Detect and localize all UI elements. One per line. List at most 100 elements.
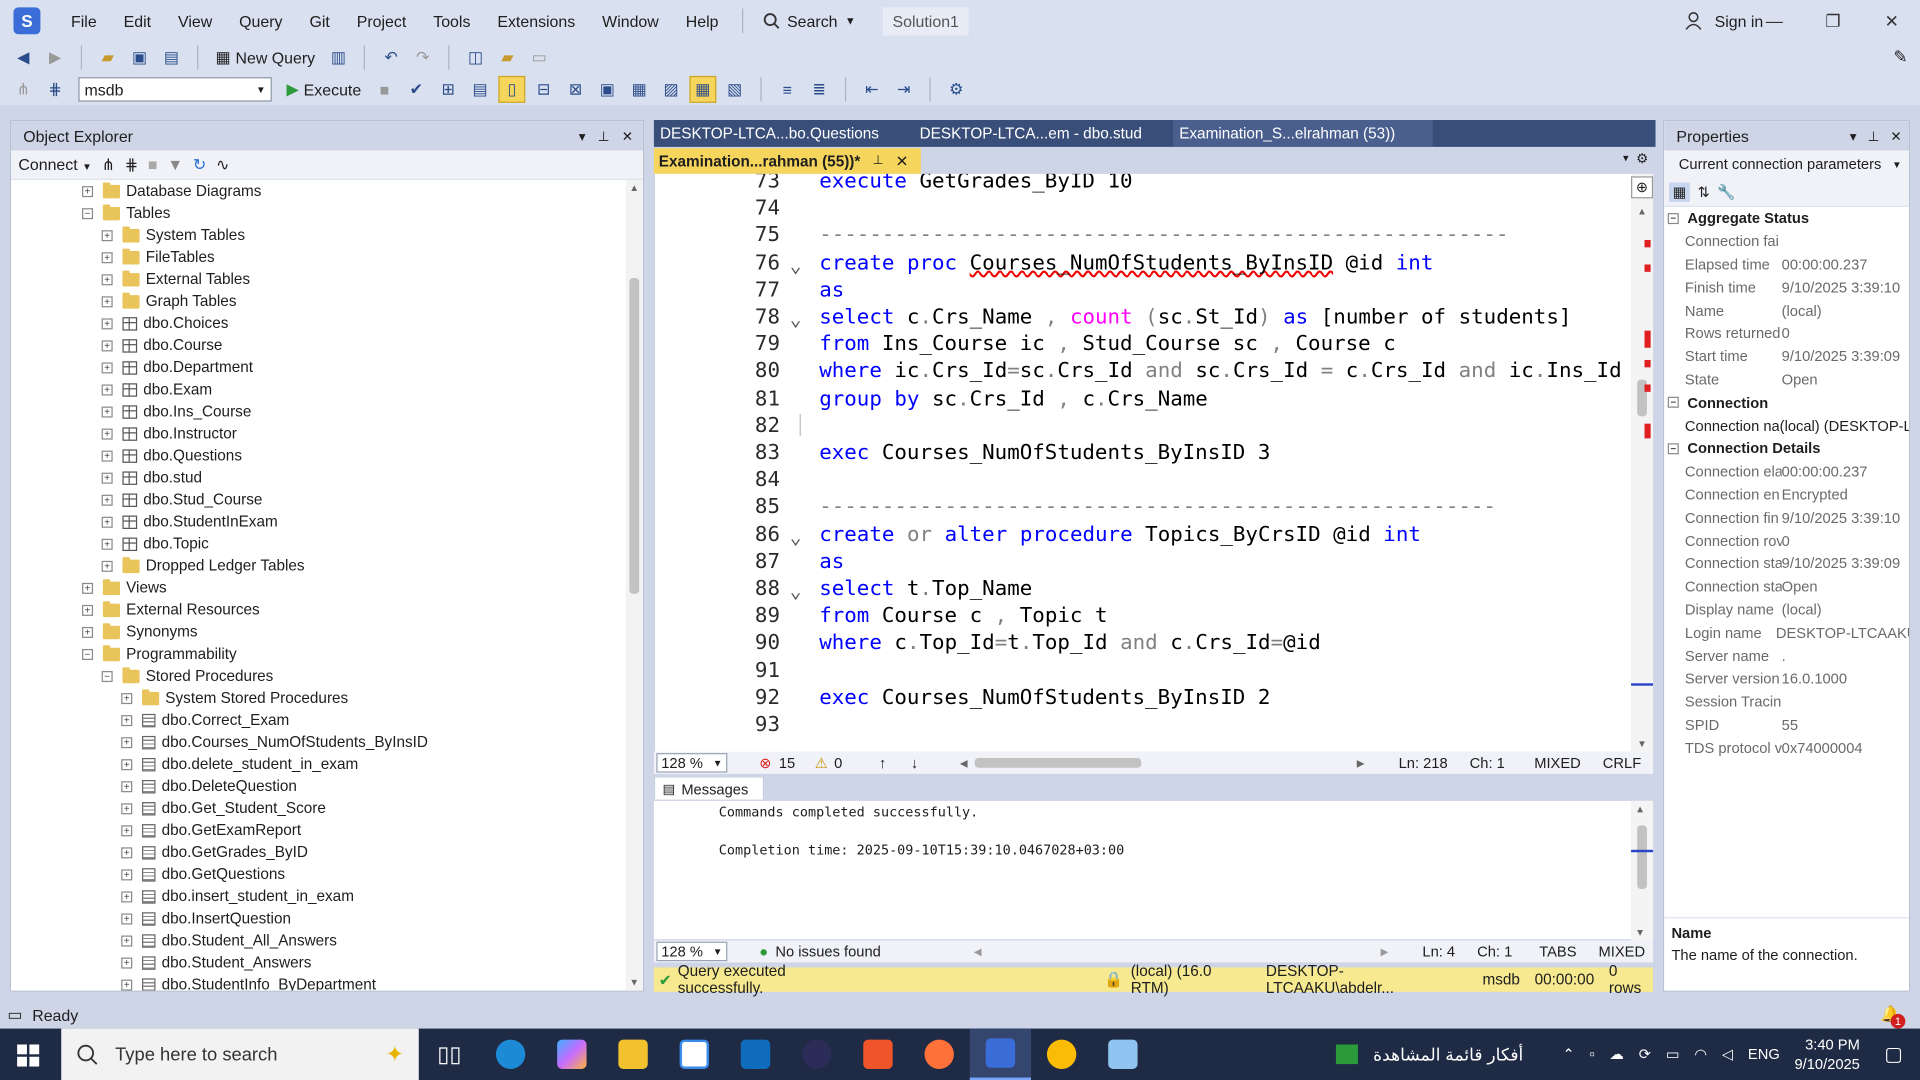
query-options-icon[interactable]: ▤ [467,76,494,103]
file-explorer-icon[interactable] [602,1029,663,1080]
uncomment-icon[interactable]: ≣ [806,76,833,103]
messages-scrollbar[interactable]: ▲ ▼ [1631,800,1654,941]
tree-node[interactable]: + dbo.Correct_Exam [11,709,626,731]
expand-icon[interactable]: + [101,273,113,285]
expand-icon[interactable]: + [121,890,133,902]
tree-node[interactable]: + dbo.Student_All_Answers [11,929,626,951]
windows-update-icon[interactable]: ⟳ [1639,1046,1651,1063]
scroll-thumb[interactable] [1637,825,1647,889]
windows-start-icon[interactable] [17,1044,40,1067]
scroll-up-icon[interactable]: ▲ [629,182,639,193]
volume-icon[interactable]: ◁ [1722,1046,1733,1063]
results-grid-active-icon[interactable]: ▦ [689,75,717,103]
scroll-left-icon[interactable]: ◀ [974,946,982,957]
collapse-icon[interactable]: − [82,207,94,219]
property-row[interactable]: Session Tracing [1664,690,1909,713]
connect-dropdown[interactable]: Connect ▼ [18,156,91,174]
disconnect-icon[interactable]: ⋕ [125,155,138,175]
expand-icon[interactable]: + [101,361,113,373]
code-editor[interactable]: 73 74 75 76 77 78 79 80 81 82 83 84 85 86 87 88 89 90 91 92… [653,173,1654,752]
expand-icon[interactable]: + [121,758,133,770]
property-row[interactable]: Connection en Encrypted [1664,483,1909,506]
editor-zoom-select[interactable]: 128 % ▼ [656,753,728,773]
expand-icon[interactable]: + [101,472,113,484]
expand-icon[interactable]: + [101,538,113,550]
expand-icon[interactable]: + [82,604,94,616]
tree-node[interactable]: − Tables [11,202,626,224]
property-row[interactable]: Connection sta 9/10/2025 3:39:09 [1664,552,1909,575]
widget-icon[interactable] [1336,1044,1359,1065]
clock[interactable]: 3:40 PM 9/10/2025 [1794,1035,1859,1074]
next-issue-icon[interactable]: ↓ [911,754,918,771]
tree-node[interactable]: + Graph Tables [11,290,626,312]
edge-icon[interactable] [480,1029,541,1080]
save-icon[interactable]: ▣ [126,44,153,71]
activity-monitor-icon[interactable]: ◫ [462,44,489,71]
split-icon[interactable]: ⊕ [1631,176,1654,199]
results-to-grid-icon[interactable]: ▦ [626,76,653,103]
layout-icon[interactable]: ▭ [526,44,553,71]
tree-node[interactable]: + dbo.GetGrades_ByID [11,841,626,863]
tree-node[interactable]: + External Resources [11,599,626,621]
expand-icon[interactable]: + [121,846,133,858]
results-to-file-icon[interactable]: ▨ [658,76,685,103]
property-row[interactable]: Elapsed time 00:00:00.237 [1664,253,1909,276]
live-stats-icon[interactable]: ⊠ [562,76,589,103]
expand-icon[interactable]: + [82,582,94,594]
tree-node[interactable]: + dbo.GetExamReport [11,819,626,841]
properties-object-select[interactable]: Current connection parameters ▼ [1664,150,1909,178]
menu-query[interactable]: Query [226,0,296,42]
parse-icon[interactable]: ✔ [403,76,430,103]
tree-node[interactable]: + dbo.insert_student_in_exam [11,885,626,907]
expand-icon[interactable]: + [121,802,133,814]
database-select[interactable]: msdb ▼ [78,77,272,102]
scroll-up-icon[interactable]: ▲ [1637,803,1643,814]
property-row[interactable]: Connection rov 0 [1664,529,1909,552]
menu-project[interactable]: Project [343,0,419,42]
tree-node[interactable]: + dbo.Stud_Course [11,489,626,511]
expand-icon[interactable]: + [121,736,133,748]
tab-stud[interactable]: DESKTOP-LTCA...em - dbo.stud [913,120,1173,147]
outlook-icon[interactable] [725,1029,786,1080]
expand-icon[interactable]: + [121,978,133,991]
tree-node[interactable]: + System Tables [11,224,626,246]
show-hidden-icons-icon[interactable]: ⌃ [1562,1046,1574,1063]
tree-node[interactable]: + FileTables [11,246,626,268]
notifications-icon[interactable]: ▢ [1884,1042,1903,1066]
error-icon[interactable]: ⊗ [759,754,771,771]
property-pages-icon[interactable]: 🔧 [1717,183,1735,200]
pin-icon[interactable]: ⊥ [873,154,884,167]
chrome-icon[interactable] [1031,1029,1092,1080]
expand-icon[interactable]: + [121,824,133,836]
previous-issue-icon[interactable]: ↑ [879,754,886,771]
menu-help[interactable]: Help [672,0,732,42]
warning-icon[interactable]: ⚠ [815,754,828,771]
expand-icon[interactable]: + [101,450,113,462]
expand-icon[interactable]: + [101,405,113,417]
tab-examination-53[interactable]: Examination_S...elrahman (53)) [1173,120,1433,147]
tree-node[interactable]: + dbo.Course [11,334,626,356]
battery-icon[interactable]: ▭ [1666,1046,1680,1063]
property-row[interactable]: TDS protocol v 0x74000004 [1664,736,1909,759]
property-row[interactable]: Connection ela 00:00:00.237 [1664,460,1909,483]
notepad-icon[interactable] [1092,1029,1153,1080]
onedrive-icon[interactable]: ☁ [1609,1046,1624,1063]
firefox-icon[interactable] [909,1029,970,1080]
expand-icon[interactable]: + [121,714,133,726]
tree-node[interactable]: + dbo.delete_student_in_exam [11,753,626,775]
change-connection-icon[interactable]: ⋕ [42,76,69,103]
folder-icon[interactable]: ▰ [494,44,521,71]
expand-icon[interactable]: + [121,956,133,968]
tree-node[interactable]: + System Stored Procedures [11,687,626,709]
tree-node[interactable]: + dbo.Exam [11,378,626,400]
tree-node[interactable]: + dbo.Ins_Course [11,400,626,422]
copilot-icon[interactable] [541,1029,602,1080]
expand-icon[interactable]: + [121,780,133,792]
tree-node[interactable]: − Stored Procedures [11,665,626,687]
estimated-plan-icon[interactable]: ⊞ [435,76,462,103]
tree-node[interactable]: + dbo.InsertQuestion [11,907,626,929]
panel-menu-icon[interactable]: ▾ [1850,128,1857,144]
expand-icon[interactable]: + [101,317,113,329]
outdent-icon[interactable]: ⇤ [858,76,885,103]
tree-node[interactable]: + External Tables [11,268,626,290]
